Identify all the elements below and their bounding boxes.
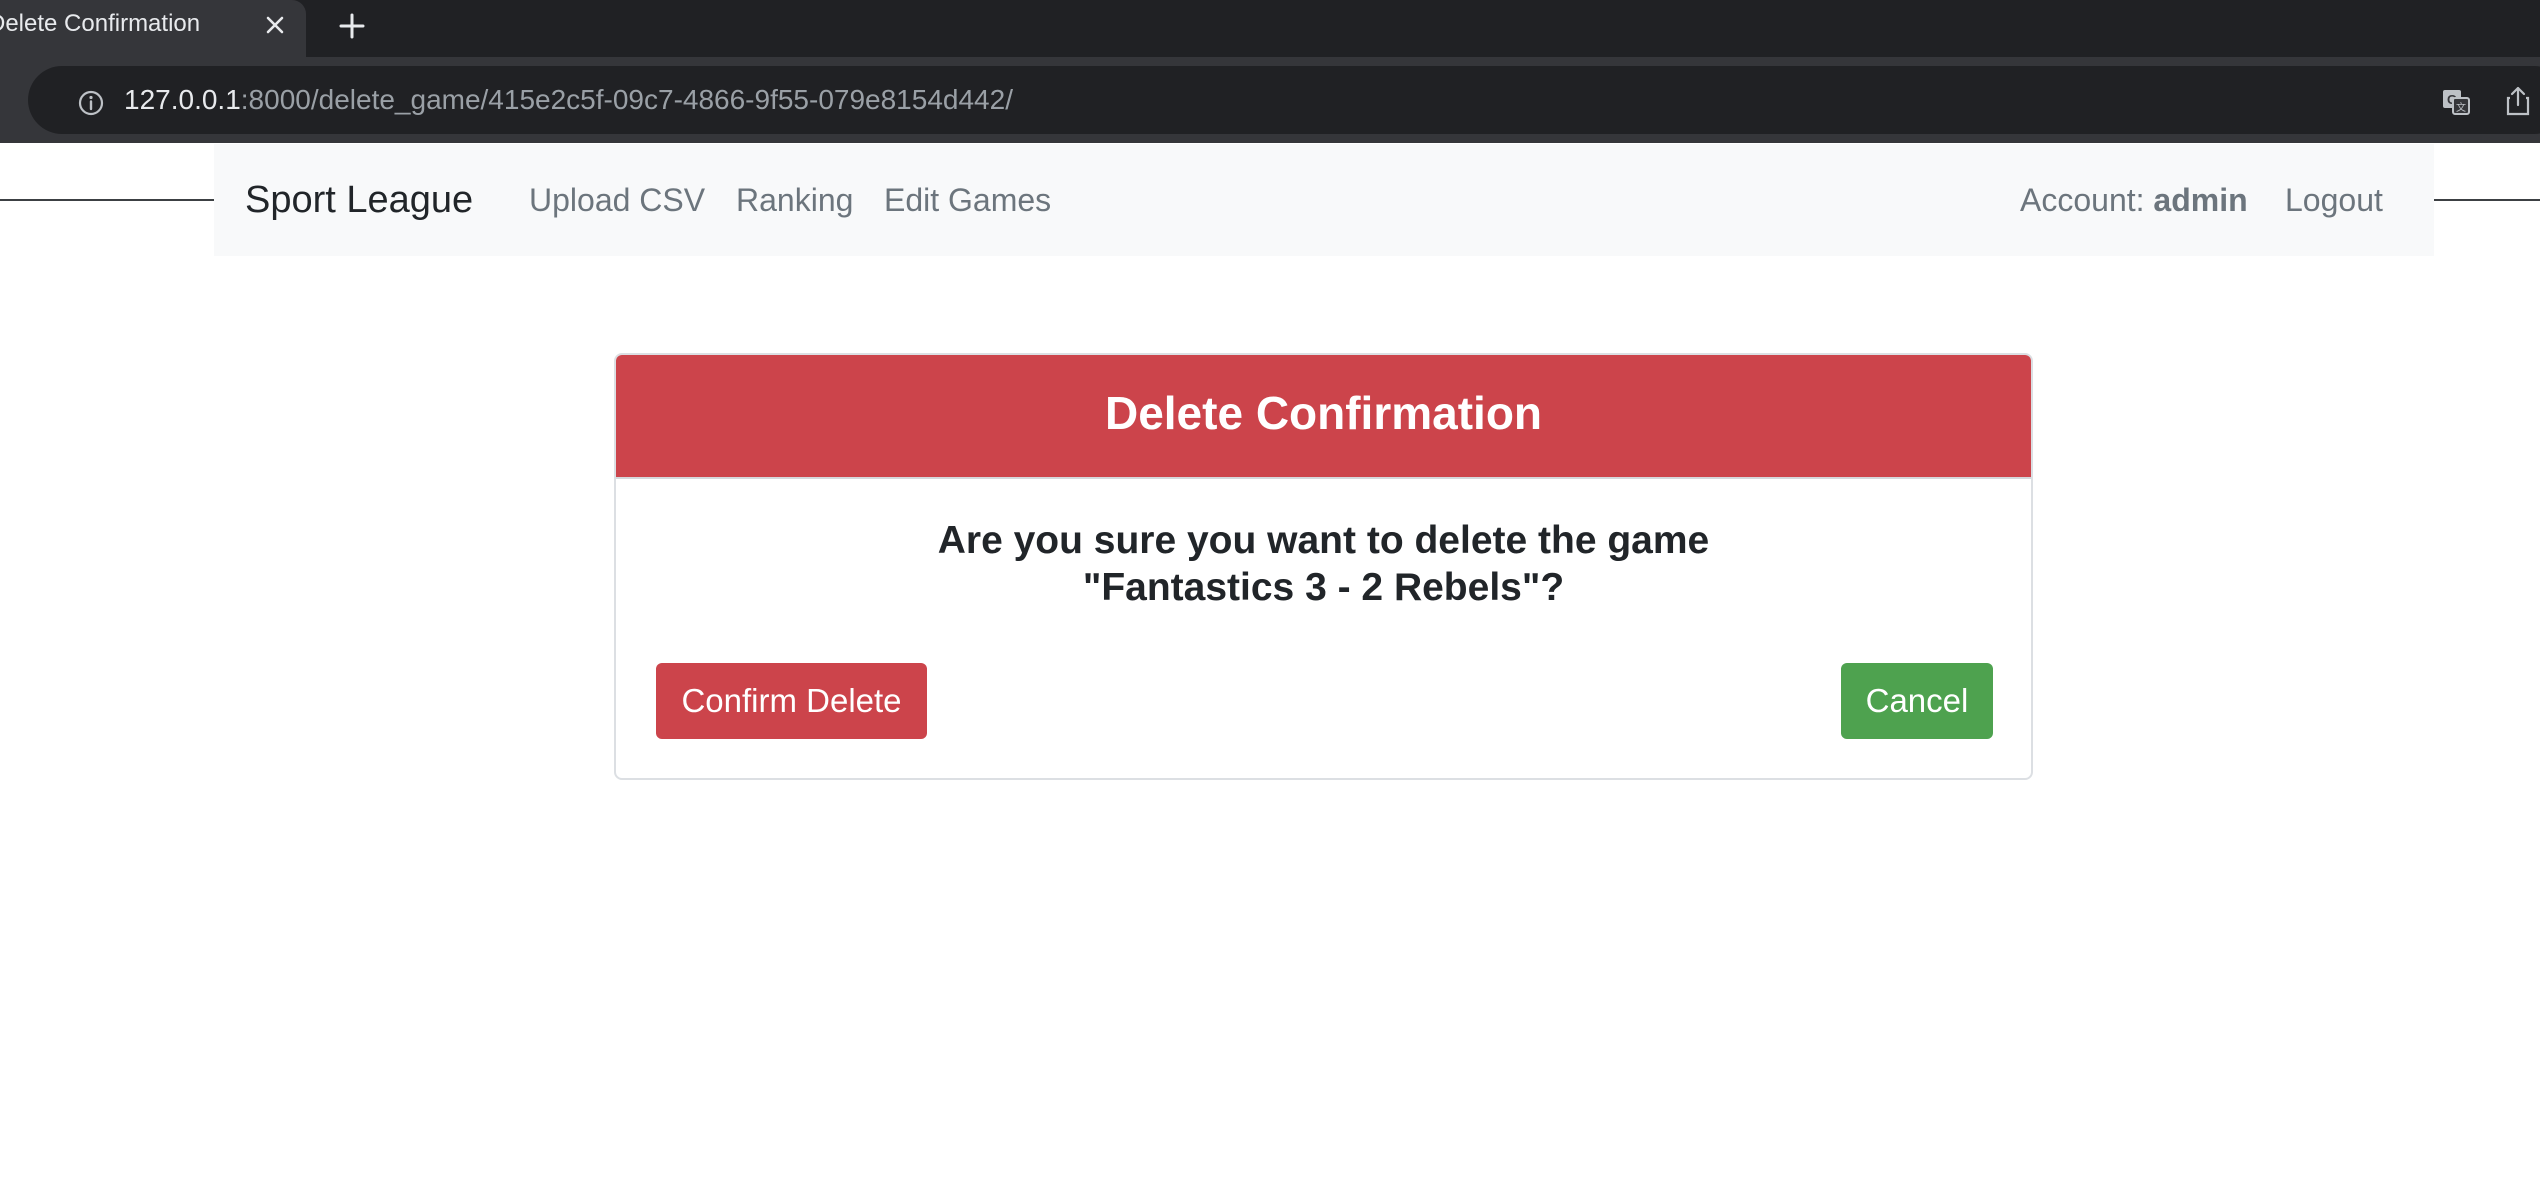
nav-ranking[interactable]: Ranking [736,144,853,256]
delete-confirmation-card: Delete Confirmation Are you sure you wan… [614,353,2033,780]
tab-title: Delete Confirmation [0,10,201,37]
confirmation-question: Are you sure you want to delete the game… [616,517,2031,611]
plus-icon[interactable] [332,6,372,46]
browser-toolbar: 127.0.0.1:8000/delete_game/415e2c5f-09c7… [0,57,2540,201]
account-info: Account: admin [2020,144,2248,256]
account-label: Account: [2020,182,2145,218]
nav-logout[interactable]: Logout [2285,144,2383,256]
account-username: admin [2153,182,2248,218]
site-navbar: Sport League Upload CSV Ranking Edit Gam… [214,144,2434,256]
card-body: Are you sure you want to delete the game… [616,479,2031,778]
close-icon[interactable] [258,8,292,42]
url-text[interactable]: 127.0.0.1:8000/delete_game/415e2c5f-09c7… [124,66,1013,134]
question-text: Are you sure you want to delete the game [937,519,1710,562]
address-bar[interactable]: 127.0.0.1:8000/delete_game/415e2c5f-09c7… [28,66,2540,134]
share-icon[interactable] [2502,84,2534,118]
confirm-delete-button[interactable]: Confirm Delete [656,663,927,739]
nav-upload-csv[interactable]: Upload CSV [529,144,705,256]
browser-tab[interactable]: Delete Confirmation [0,0,306,57]
info-icon[interactable] [76,88,106,118]
brand-link[interactable]: Sport League [245,144,473,256]
url-host: 127.0.0.1 [124,84,241,115]
cancel-button[interactable]: Cancel [1841,663,1993,739]
svg-text:文: 文 [2456,101,2466,114]
card-header: Delete Confirmation [616,355,2031,479]
card-title: Delete Confirmation [1104,387,1543,439]
nav-edit-games[interactable]: Edit Games [884,144,1051,256]
translate-icon[interactable]: G 文 [2440,86,2472,118]
browser-tabstrip: Delete Confirmation [0,0,2540,57]
game-name: "Fantastics 3 - 2 Rebels"? [1082,566,1565,609]
url-path: :8000/delete_game/415e2c5f-09c7-4866-9f5… [240,84,1013,115]
